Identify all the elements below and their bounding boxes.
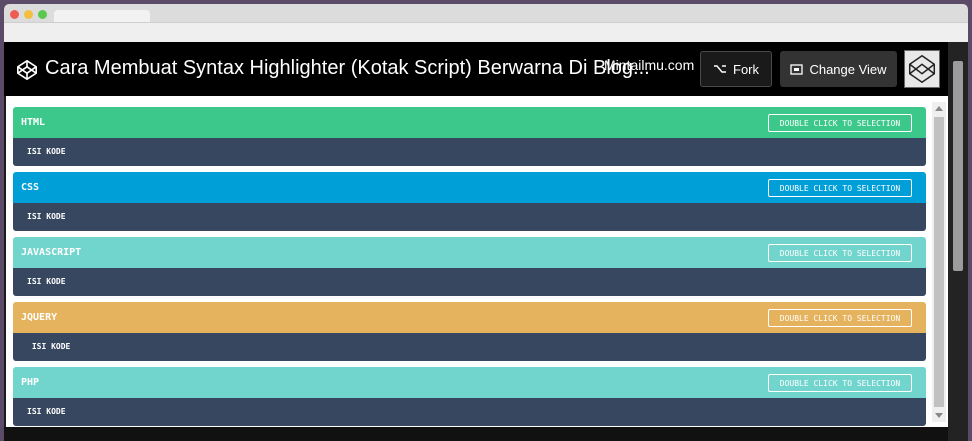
- scroll-up-arrow-icon[interactable]: [935, 106, 943, 111]
- page-scrollbar[interactable]: [948, 42, 968, 441]
- preview-scrollbar[interactable]: [932, 102, 946, 422]
- code-block-body[interactable]: ISI KODE: [13, 333, 926, 361]
- code-block-body[interactable]: ISI KODE: [13, 138, 926, 166]
- code-block-body[interactable]: ISI KODE: [13, 203, 926, 231]
- preview-scroll-thumb[interactable]: [934, 117, 944, 407]
- minimize-window-dot[interactable]: [24, 10, 33, 19]
- double-click-to-selection-button[interactable]: DOUBLE CLICK TO SELECTION: [768, 374, 912, 392]
- fork-button[interactable]: Fork: [700, 51, 772, 87]
- close-window-dot[interactable]: [10, 10, 19, 19]
- double-click-to-selection-button[interactable]: DOUBLE CLICK TO SELECTION: [768, 309, 912, 327]
- code-block-header: HTML DOUBLE CLICK TO SELECTION: [13, 107, 926, 138]
- code-block-body[interactable]: ISI KODE: [13, 398, 926, 426]
- editor-footer: [4, 427, 968, 441]
- code-block-language: CSS: [21, 182, 40, 193]
- avatar[interactable]: [904, 50, 940, 88]
- code-block-text: ISI KODE: [27, 407, 66, 416]
- code-block-header: PHP DOUBLE CLICK TO SELECTION: [13, 367, 926, 398]
- change-view-button-label: Change View: [809, 61, 887, 77]
- maximize-window-dot[interactable]: [38, 10, 47, 19]
- change-view-button[interactable]: Change View: [780, 51, 897, 87]
- address-bar[interactable]: [4, 22, 968, 42]
- preview-pane: HTML DOUBLE CLICK TO SELECTION ISI KODE CSS…: [6, 96, 948, 427]
- code-block-header: JAVASCRIPT DOUBLE CLICK TO SELECTION: [13, 237, 926, 268]
- brand-watermark: Mintailmu.com: [604, 57, 695, 73]
- double-click-to-selection-button[interactable]: DOUBLE CLICK TO SELECTION: [768, 179, 912, 197]
- code-block-body[interactable]: ISI KODE: [13, 268, 926, 296]
- scroll-down-arrow-icon[interactable]: [935, 413, 943, 418]
- code-block-javascript: JAVASCRIPT DOUBLE CLICK TO SELECTION ISI K…: [13, 237, 926, 296]
- code-block-text: ISI KODE: [27, 147, 66, 156]
- code-block-language: HTML: [21, 117, 46, 128]
- code-block-text: ISI KODE: [27, 212, 66, 221]
- code-block-header: JQUERY DOUBLE CLICK TO SELECTION: [13, 302, 926, 333]
- codepen-logo-icon: [17, 60, 37, 80]
- code-block-language: JAVASCRIPT: [21, 247, 82, 258]
- code-block-text: ISI KODE: [27, 342, 71, 351]
- page-scroll-thumb[interactable]: [953, 61, 963, 271]
- double-click-to-selection-button[interactable]: DOUBLE CLICK TO SELECTION: [768, 244, 912, 262]
- code-block-language: JQUERY: [21, 312, 58, 323]
- code-block-language: PHP: [21, 377, 40, 388]
- fork-button-label: Fork: [733, 61, 759, 77]
- fork-icon: [714, 65, 726, 73]
- pen-header: Cara Membuat Syntax Highlighter (Kotak S…: [4, 42, 968, 96]
- double-click-to-selection-button[interactable]: DOUBLE CLICK TO SELECTION: [768, 114, 912, 132]
- page-title: Cara Membuat Syntax Highlighter (Kotak S…: [45, 57, 650, 79]
- code-block-css: CSS DOUBLE CLICK TO SELECTION ISI KODE: [13, 172, 926, 231]
- browser-window: Cara Membuat Syntax Highlighter (Kotak S…: [4, 4, 968, 441]
- code-block-text: ISI KODE: [27, 277, 66, 286]
- code-block-header: CSS DOUBLE CLICK TO SELECTION: [13, 172, 926, 203]
- code-block-html: HTML DOUBLE CLICK TO SELECTION ISI KODE: [13, 107, 926, 166]
- code-block-jquery: JQUERY DOUBLE CLICK TO SELECTION ISI KODE: [13, 302, 926, 361]
- browser-chrome: [4, 4, 968, 42]
- code-block-php: PHP DOUBLE CLICK TO SELECTION ISI KODE: [13, 367, 926, 426]
- change-view-icon: [790, 63, 804, 75]
